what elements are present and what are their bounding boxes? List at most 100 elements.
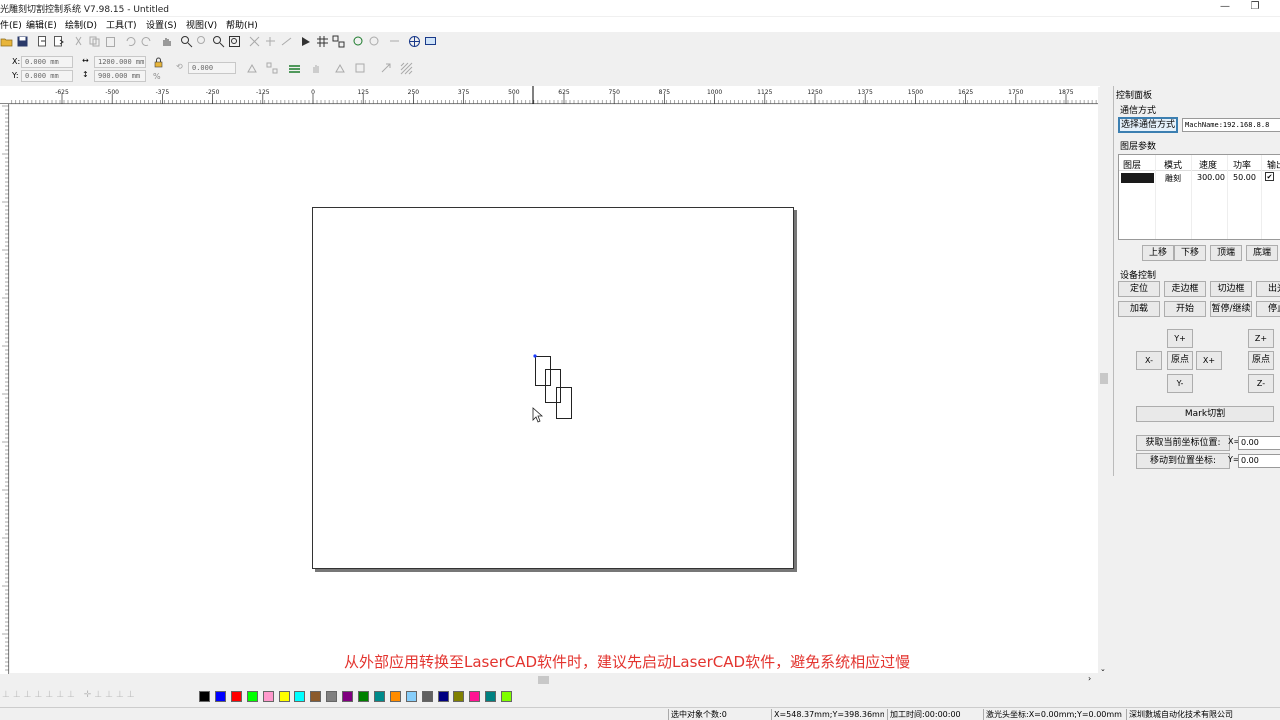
color-swatch[interactable]	[278, 691, 290, 702]
jog-y-minus-button[interactable]: Y-	[1167, 374, 1193, 393]
jog-x-minus-button[interactable]: X-	[1136, 351, 1162, 370]
jog-z-plus-button[interactable]: Z+	[1248, 329, 1274, 348]
width-input[interactable]: 1200.000 mm	[94, 56, 146, 68]
color-swatch[interactable]	[469, 691, 481, 702]
menu-file[interactable]: 件(E)	[0, 18, 22, 31]
color-swatch[interactable]	[405, 691, 417, 702]
y-input[interactable]: 0.000 mm	[21, 70, 73, 82]
jog-z-origin-button[interactable]: 原点	[1248, 351, 1274, 370]
mark-cut-button[interactable]: Mark切割	[1136, 406, 1274, 422]
size-icon[interactable]	[354, 62, 367, 75]
menu-draw[interactable]: 绘制(D)	[65, 18, 97, 31]
color-swatch[interactable]	[214, 691, 226, 702]
rotate-tool-icon[interactable]	[380, 62, 393, 75]
rotate-input[interactable]: 0.000	[188, 62, 236, 74]
distribute-icon[interactable]	[334, 62, 347, 75]
shape-rect-1[interactable]	[535, 356, 551, 386]
hatch-icon[interactable]	[400, 62, 413, 75]
color-swatch[interactable]	[437, 691, 449, 702]
vertical-scroll-thumb[interactable]	[1100, 373, 1108, 384]
color-swatch[interactable]	[485, 691, 497, 702]
mach-name-field[interactable]: MachName:192.168.8.8	[1182, 118, 1280, 132]
color-swatch[interactable]	[310, 691, 322, 702]
target-icon[interactable]	[408, 35, 421, 48]
cut-frame-button[interactable]: 切边框	[1210, 281, 1252, 297]
break-icon[interactable]	[264, 35, 277, 48]
laser-out-button[interactable]: 出光	[1256, 281, 1280, 297]
start-button[interactable]: 开始	[1164, 301, 1206, 317]
zoom-select-icon[interactable]	[212, 35, 225, 48]
color-swatch[interactable]	[453, 691, 465, 702]
zoom-page-icon[interactable]	[228, 35, 241, 48]
color-swatch[interactable]	[326, 691, 338, 702]
stop-button[interactable]: 停止	[1256, 301, 1280, 317]
color-swatch[interactable]	[294, 691, 306, 702]
color-swatch[interactable]	[373, 691, 385, 702]
lock-icon[interactable]	[152, 56, 165, 69]
node-edit-icon[interactable]	[248, 35, 261, 48]
color-swatch[interactable]	[199, 691, 210, 702]
jog-x-plus-button[interactable]: X+	[1196, 351, 1222, 370]
layer-top-button[interactable]: 顶端	[1210, 245, 1242, 261]
x-coord-input[interactable]: 0.00	[1238, 436, 1280, 450]
jog-z-minus-button[interactable]: Z-	[1248, 374, 1274, 393]
layer-color-swatch[interactable]	[1121, 173, 1154, 183]
color-swatch[interactable]	[501, 691, 513, 702]
drawing-canvas[interactable]	[10, 105, 1098, 673]
menu-view[interactable]: 视图(V)	[186, 18, 217, 31]
path-icon[interactable]	[300, 35, 313, 48]
zoom-in-icon[interactable]	[180, 35, 193, 48]
layer-bottom-button[interactable]: 底端	[1246, 245, 1278, 261]
menu-help[interactable]: 帮助(H)	[226, 18, 258, 31]
array-icon[interactable]	[332, 35, 345, 48]
hand-icon[interactable]	[160, 35, 173, 48]
grid-icon[interactable]	[316, 35, 329, 48]
locate-button[interactable]: 定位	[1118, 281, 1160, 297]
vertical-scrollbar[interactable]: ⌄	[1098, 87, 1110, 674]
get-position-button[interactable]: 获取当前坐标位置:	[1136, 435, 1230, 451]
scroll-down-icon[interactable]: ⌄	[1100, 665, 1106, 673]
join-icon[interactable]	[280, 35, 293, 48]
pause-resume-button[interactable]: 暂停/继续	[1210, 301, 1252, 317]
color-swatch[interactable]	[230, 691, 242, 702]
simulate-icon[interactable]	[352, 35, 365, 48]
zoom-out-icon[interactable]	[196, 35, 209, 48]
y-coord-input[interactable]: 0.00	[1238, 454, 1280, 468]
jog-origin-button[interactable]: 原点	[1167, 351, 1193, 370]
undo-icon[interactable]	[124, 35, 137, 48]
export-icon[interactable]	[52, 35, 65, 48]
menu-edit[interactable]: 编辑(E)	[26, 18, 57, 31]
load-button[interactable]: 加载	[1118, 301, 1160, 317]
color-swatch[interactable]	[421, 691, 433, 702]
cut-icon[interactable]	[72, 35, 85, 48]
hand-move-icon[interactable]	[310, 62, 323, 75]
menu-settings[interactable]: 设置(S)	[146, 18, 177, 31]
import-icon[interactable]	[36, 35, 49, 48]
jog-y-plus-button[interactable]: Y+	[1167, 329, 1193, 348]
color-swatch[interactable]	[342, 691, 354, 702]
color-swatch[interactable]	[246, 691, 258, 702]
device-icon[interactable]	[424, 35, 437, 48]
restore-button[interactable]: ❐	[1240, 0, 1270, 16]
open-icon[interactable]	[0, 35, 13, 48]
redo-icon[interactable]	[140, 35, 153, 48]
cut-order-icon[interactable]	[368, 35, 381, 48]
horizontal-scrollbar[interactable]: ›	[0, 674, 1098, 686]
align-icon[interactable]	[266, 62, 279, 75]
menu-tools[interactable]: 工具(T)	[106, 18, 137, 31]
layers-icon[interactable]	[288, 62, 301, 75]
minimize-button[interactable]: —	[1210, 0, 1240, 16]
reverse-icon[interactable]	[388, 35, 401, 48]
mirror-h-icon[interactable]	[246, 62, 259, 75]
select-comm-button[interactable]: 选择通信方式	[1118, 117, 1178, 133]
copy-icon[interactable]	[88, 35, 101, 48]
frame-button[interactable]: 走边框	[1164, 281, 1206, 297]
scroll-right-icon[interactable]: ›	[1088, 674, 1091, 683]
move-to-position-button[interactable]: 移动到位置坐标:	[1136, 453, 1230, 469]
height-input[interactable]: 900.000 mm	[94, 70, 146, 82]
color-swatch[interactable]	[262, 691, 274, 702]
color-swatch[interactable]	[358, 691, 369, 702]
color-swatch[interactable]	[389, 691, 401, 702]
save-icon[interactable]	[16, 35, 29, 48]
x-input[interactable]: 0.000 mm	[21, 56, 73, 68]
